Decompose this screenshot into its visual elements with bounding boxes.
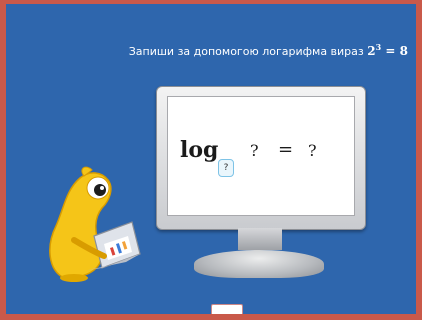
equals-sign: =	[278, 139, 294, 160]
log-base-input[interactable]: ?	[218, 159, 234, 177]
mascot-with-laptop	[49, 166, 141, 282]
task-title: Запиши за допомогою логарифма вираз 23 =…	[129, 42, 408, 58]
lesson-frame: Запиши за допомогою логарифма вираз 23 =…	[0, 0, 422, 320]
monitor-stand	[194, 250, 324, 278]
monitor-screen: log ? ? = ?	[167, 96, 355, 216]
log-result-input[interactable]: ?	[308, 141, 317, 160]
monitor-neck	[238, 228, 282, 250]
log-formula: log ? ? = ?	[180, 137, 350, 177]
monitor: log ? ? = ?	[156, 86, 366, 230]
log-argument-input[interactable]: ?	[250, 141, 259, 160]
task-prompt: Запиши за допомогою логарифма вираз	[128, 45, 364, 58]
task-expression: 23 = 8	[367, 42, 408, 58]
log-label: log	[180, 137, 219, 163]
check-button[interactable]	[211, 304, 243, 314]
